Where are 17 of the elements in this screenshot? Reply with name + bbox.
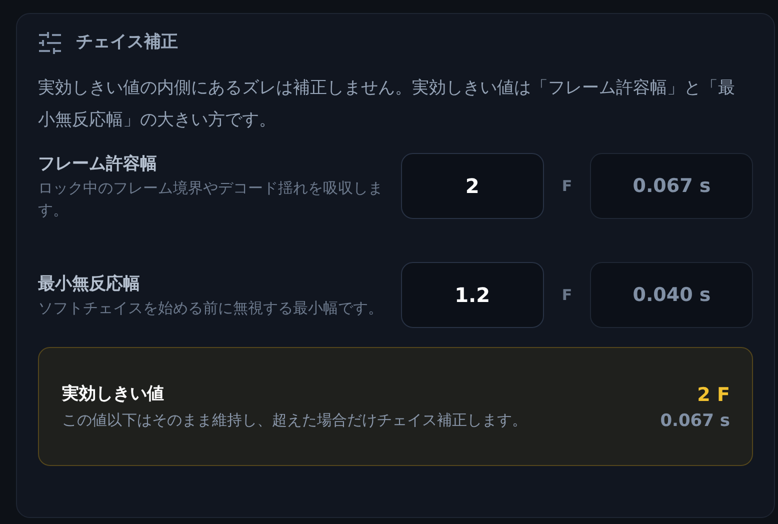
frames-input[interactable]: 2 — [400, 153, 544, 219]
seconds-readout: 0.040 s — [590, 262, 754, 328]
threshold-seconds: 0.067 s — [660, 410, 730, 432]
section-title: チェイス補正 — [76, 31, 178, 54]
unit-label: F — [560, 176, 574, 197]
seconds-readout: 0.067 s — [590, 153, 754, 219]
threshold-title: 実効しきい値 — [62, 383, 165, 406]
sliders-icon — [38, 32, 62, 54]
threshold-frames: 2 F — [697, 380, 730, 408]
setting-label: 最小無反応幅 — [38, 273, 141, 296]
section-description: 実効しきい値の内側にあるズレは補正しません。実効しきい値は「フレーム許容幅」と「最小無反応幅」の大きい方です。 — [38, 77, 736, 132]
setting-label: フレーム許容幅 — [38, 153, 158, 176]
unit-label: F — [560, 284, 574, 306]
setting-hint: ソフトチェイスを始める前に無視する最小幅です。 — [38, 298, 383, 319]
threshold-description: この値以下はそのまま維持し、超えた場合だけチェイス補正します。 — [62, 410, 528, 431]
frames-input[interactable]: 1.2 — [400, 262, 544, 328]
setting-hint: ロック中のフレーム境界やデコード揺れを吸収します。 — [38, 178, 383, 221]
